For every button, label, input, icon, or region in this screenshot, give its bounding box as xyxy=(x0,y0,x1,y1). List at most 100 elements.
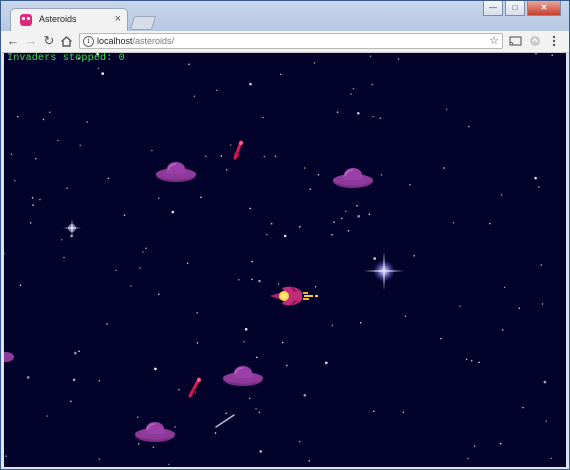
star xyxy=(243,340,245,343)
star xyxy=(57,139,59,142)
star xyxy=(263,155,266,158)
star xyxy=(286,364,288,367)
info-icon[interactable]: i xyxy=(83,36,94,47)
star xyxy=(299,225,301,228)
star xyxy=(130,285,132,287)
star xyxy=(123,214,126,216)
star xyxy=(402,411,405,414)
tab-strip: Asteroids × — □ ✕ xyxy=(1,1,569,32)
minimize-button[interactable]: — xyxy=(483,1,503,16)
tab-close-icon[interactable]: × xyxy=(115,12,121,26)
star xyxy=(465,358,468,360)
star xyxy=(459,305,461,307)
star xyxy=(16,115,19,118)
star-icon[interactable]: ☆ xyxy=(489,34,499,48)
star xyxy=(158,293,160,295)
extension-icon[interactable] xyxy=(527,33,543,49)
star xyxy=(186,262,189,265)
star xyxy=(543,380,547,384)
home-icon[interactable] xyxy=(58,33,74,49)
star xyxy=(372,115,374,118)
star xyxy=(220,155,223,157)
starfield xyxy=(4,53,553,466)
window-controls: — □ ✕ xyxy=(481,1,561,16)
cast-icon[interactable] xyxy=(507,33,523,49)
tab-title: Asteroids xyxy=(39,14,77,24)
star xyxy=(19,284,22,287)
star xyxy=(171,210,175,214)
invader-ufo xyxy=(156,162,196,182)
bright-star-icon xyxy=(364,251,404,291)
star xyxy=(154,367,157,371)
reload-icon[interactable]: ↻ xyxy=(41,33,57,49)
maximize-button[interactable]: □ xyxy=(505,1,525,16)
star xyxy=(540,264,543,266)
star xyxy=(356,204,358,207)
star xyxy=(196,342,199,344)
star xyxy=(468,125,470,128)
star xyxy=(42,118,45,121)
url-path: /asteroids/ xyxy=(132,36,175,46)
star xyxy=(502,329,504,331)
star xyxy=(340,217,343,220)
star xyxy=(279,73,282,76)
star xyxy=(452,222,455,224)
star xyxy=(31,197,34,199)
star xyxy=(445,108,448,111)
star xyxy=(518,307,521,309)
star xyxy=(404,315,407,318)
star xyxy=(551,54,553,56)
star xyxy=(205,155,207,158)
star xyxy=(538,186,540,188)
sparkle-star-icon xyxy=(63,219,81,237)
star xyxy=(274,155,277,158)
star xyxy=(478,361,480,364)
star xyxy=(101,72,104,75)
star xyxy=(139,267,141,269)
score-label: Invaders stopped: xyxy=(7,53,113,64)
star xyxy=(151,149,153,152)
invader-ufo xyxy=(4,352,14,362)
star xyxy=(26,376,30,379)
url-host: localhost xyxy=(97,36,133,46)
tab-asteroids[interactable]: Asteroids × xyxy=(10,8,128,32)
star xyxy=(136,416,139,419)
invader-ufo xyxy=(333,168,373,188)
star xyxy=(303,167,306,169)
star xyxy=(397,58,400,60)
star xyxy=(303,394,307,397)
game-canvas[interactable]: Invaders stopped: 0 xyxy=(4,53,566,467)
address-bar[interactable]: i localhost/asteroids/ ☆ xyxy=(79,33,503,49)
new-tab-button[interactable] xyxy=(129,16,157,30)
missile xyxy=(188,377,201,398)
star xyxy=(35,158,37,160)
forward-icon[interactable]: → xyxy=(23,33,39,49)
star xyxy=(63,256,65,259)
star xyxy=(325,361,328,365)
star xyxy=(145,247,147,250)
star xyxy=(357,215,361,218)
star xyxy=(373,410,375,413)
menu-icon[interactable] xyxy=(546,33,562,49)
star xyxy=(545,420,547,422)
star xyxy=(369,55,372,57)
star xyxy=(535,53,537,55)
player-ship[interactable] xyxy=(268,283,320,309)
score-value: 0 xyxy=(118,53,125,64)
close-window-button[interactable]: ✕ xyxy=(527,1,561,16)
star xyxy=(70,400,72,402)
star xyxy=(350,93,352,95)
star xyxy=(248,397,251,400)
star xyxy=(333,221,335,224)
back-icon[interactable]: ← xyxy=(5,33,21,49)
shooting-star-icon xyxy=(215,414,235,428)
star xyxy=(74,351,77,355)
star xyxy=(443,167,445,169)
star xyxy=(503,286,506,288)
missile xyxy=(233,140,243,160)
star xyxy=(10,153,13,155)
star xyxy=(283,234,287,238)
star xyxy=(249,207,251,210)
star xyxy=(347,230,350,232)
star xyxy=(380,174,383,176)
